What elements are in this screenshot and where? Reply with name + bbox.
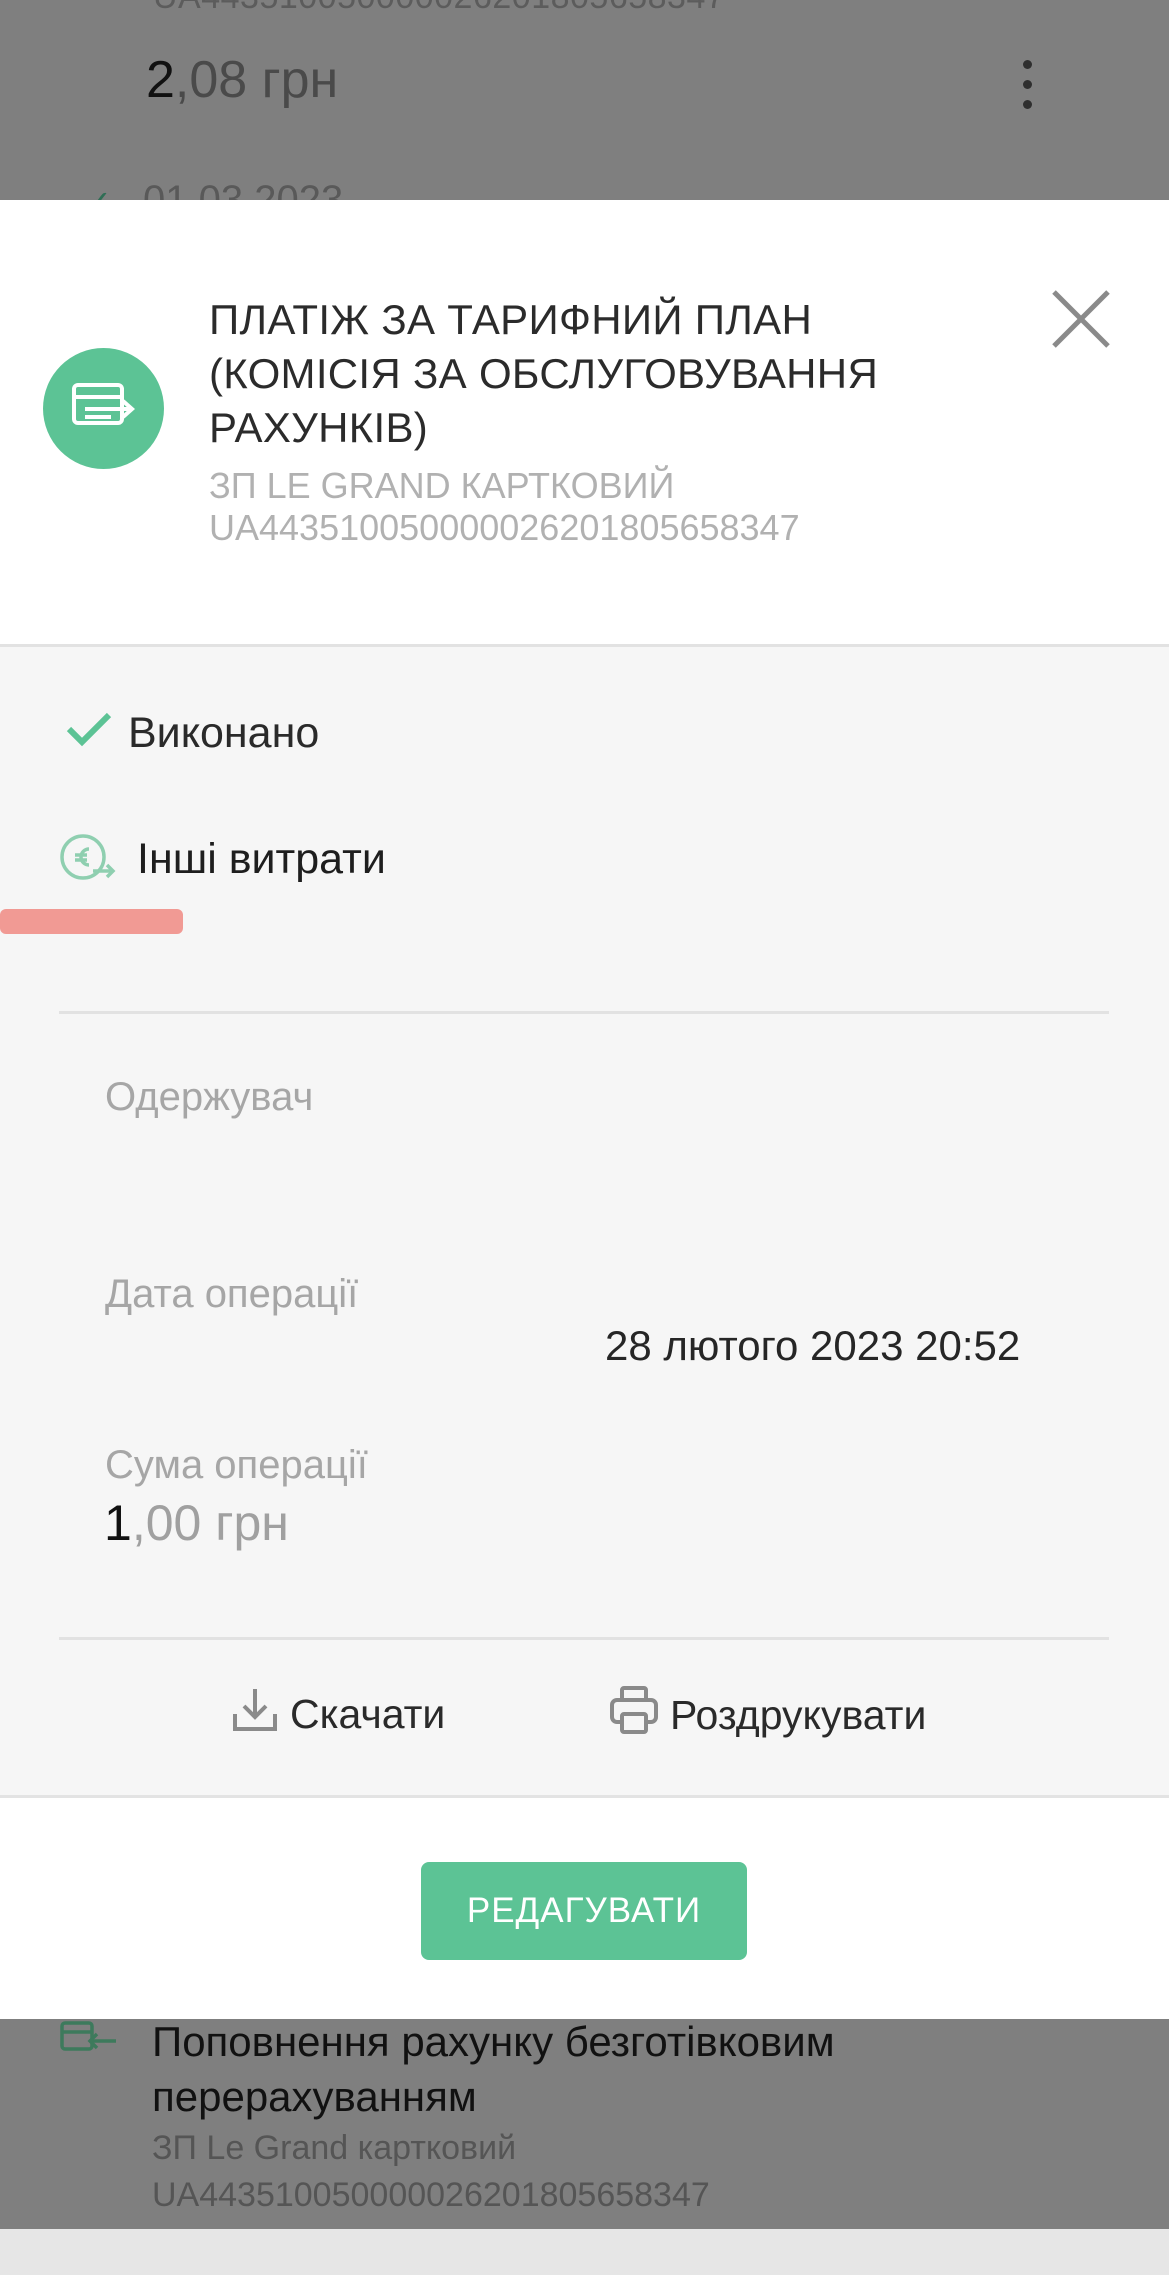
category-label[interactable]: Інші витрати: [137, 835, 386, 884]
transaction-amount: 2,08 грн: [146, 50, 338, 110]
sum-integer: 1: [104, 1495, 132, 1551]
date-label: Дата операції: [105, 1272, 359, 1316]
transaction-title: ПЛАТІЖ ЗА ТАРИФНИЙ ПЛАН (КОМІСІЯ ЗА ОБСЛ…: [209, 296, 879, 451]
modal-body: Виконано Інші витрати Одержувач Дата опе…: [0, 647, 1169, 1798]
transaction-details-modal: ПЛАТІЖ ЗА ТАРИФНИЙ ПЛАН (КОМІСІЯ ЗА ОБСЛ…: [0, 200, 1169, 2019]
account-name: ЗП Le Grand картковий: [152, 2129, 517, 2167]
print-button[interactable]: Роздрукувати: [608, 1684, 926, 1746]
transaction-title: Поповнення рахунку безготівковим перерах…: [152, 2018, 835, 2120]
background-list-top: UA443510050000026201805658347 2,08 грн ✓…: [0, 0, 1169, 222]
sum-fraction: ,00 грн: [131, 1495, 289, 1551]
divider: [59, 1011, 1109, 1014]
printer-icon: [608, 1684, 670, 1746]
expense-category-icon[interactable]: [57, 827, 117, 892]
sum-value: 1,00 грн: [104, 1494, 289, 1552]
status-label: Виконано: [128, 709, 320, 757]
modal-footer: РЕДАГУВАТИ: [0, 1798, 1169, 2019]
download-icon: [230, 1684, 290, 1744]
date-value: 28 лютого 2023 20:52: [605, 1322, 1021, 1369]
check-icon: [65, 709, 113, 754]
background-list-bottom: Поповнення рахунку безготівковим перерах…: [0, 2018, 1169, 2275]
account-iban: UA443510050000026201805658347: [152, 2176, 710, 2214]
card-transfer-icon: [43, 348, 164, 469]
download-label: Скачати: [290, 1690, 446, 1737]
recipient-label: Одержувач: [105, 1075, 314, 1119]
edit-button[interactable]: РЕДАГУВАТИ: [421, 1862, 747, 1960]
print-label: Роздрукувати: [670, 1691, 927, 1738]
modal-header: ПЛАТІЖ ЗА ТАРИФНИЙ ПЛАН (КОМІСІЯ ЗА ОБСЛ…: [0, 200, 1169, 647]
close-icon[interactable]: [1050, 288, 1112, 350]
highlight-mark: [0, 909, 183, 934]
sum-label: Сума операції: [105, 1443, 368, 1487]
amount-fraction: ,08 грн: [174, 51, 339, 109]
amount-integer: 2: [146, 51, 175, 109]
transaction-account-iban: UA443510050000026201805658347: [153, 0, 725, 17]
incoming-transfer-icon: [60, 2019, 120, 2064]
account-iban: UA443510050000026201805658347: [209, 507, 800, 548]
divider: [59, 1637, 1109, 1640]
more-vertical-icon[interactable]: [1012, 60, 1042, 120]
download-button[interactable]: Скачати: [230, 1684, 445, 1744]
bottom-bar: [0, 2229, 1169, 2275]
account-name: ЗП LE GRAND КАРТКОВИЙ: [209, 465, 675, 506]
